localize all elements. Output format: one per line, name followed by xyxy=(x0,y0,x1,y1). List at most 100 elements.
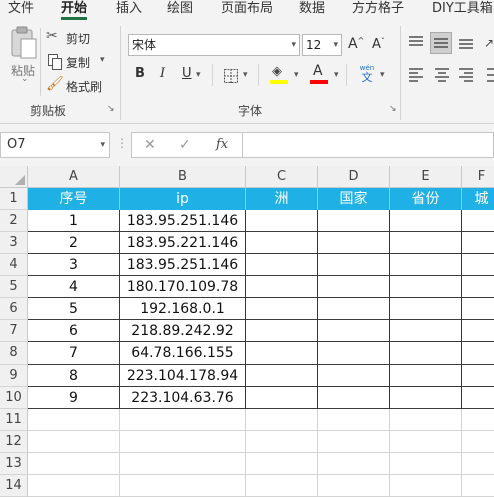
table-cell[interactable]: 223.104.63.76 xyxy=(120,386,246,409)
table-cell[interactable] xyxy=(390,452,462,475)
table-cell[interactable] xyxy=(318,430,390,453)
header-cell[interactable]: 城 xyxy=(462,188,494,211)
table-cell[interactable] xyxy=(28,408,120,431)
table-cell[interactable] xyxy=(318,474,390,497)
table-cell[interactable] xyxy=(120,474,246,497)
align-bottom-button[interactable] xyxy=(458,34,476,52)
formula-input[interactable] xyxy=(243,132,494,158)
borders-dropdown-icon[interactable]: ▾ xyxy=(243,70,248,80)
table-cell[interactable] xyxy=(246,254,318,277)
table-cell[interactable] xyxy=(318,342,390,365)
row-header[interactable]: 1 xyxy=(0,188,28,211)
table-cell[interactable]: 183.95.251.146 xyxy=(120,210,246,233)
header-cell[interactable]: 洲 xyxy=(246,188,318,211)
table-cell[interactable] xyxy=(246,452,318,475)
header-cell[interactable]: ip xyxy=(120,188,246,211)
table-cell[interactable] xyxy=(390,364,462,387)
table-cell[interactable]: 5 xyxy=(28,298,120,321)
table-cell[interactable] xyxy=(462,232,494,255)
table-cell[interactable]: 183.95.251.146 xyxy=(120,254,246,277)
tab-page-layout[interactable]: 页面布局 xyxy=(221,0,273,16)
header-cell[interactable]: 序号 xyxy=(28,188,120,211)
fill-color-dropdown-icon[interactable]: ▾ xyxy=(294,70,299,80)
font-color-button[interactable]: A xyxy=(310,63,330,86)
table-cell[interactable] xyxy=(390,430,462,453)
table-cell[interactable] xyxy=(246,364,318,387)
table-cell[interactable] xyxy=(318,320,390,343)
cancel-icon[interactable]: ✕ xyxy=(144,137,156,153)
more-options-icon[interactable]: ⋮ xyxy=(116,136,128,150)
table-cell[interactable] xyxy=(462,210,494,233)
table-cell[interactable] xyxy=(318,298,390,321)
font-size-select[interactable]: 12 ▾ xyxy=(302,34,342,56)
table-cell[interactable] xyxy=(390,386,462,409)
table-cell[interactable] xyxy=(390,320,462,343)
format-painter-button[interactable]: 🖌 格式刷 xyxy=(46,76,108,96)
table-cell[interactable] xyxy=(246,386,318,409)
paste-dropdown-icon[interactable]: ⌄ xyxy=(21,74,29,84)
table-cell[interactable] xyxy=(318,408,390,431)
table-cell[interactable]: 64.78.166.155 xyxy=(120,342,246,365)
table-cell[interactable] xyxy=(246,408,318,431)
chevron-down-icon[interactable]: ▾ xyxy=(100,133,105,157)
table-cell[interactable]: 8 xyxy=(28,364,120,387)
table-cell[interactable] xyxy=(318,232,390,255)
row-header[interactable]: 3 xyxy=(0,232,28,255)
tab-draw[interactable]: 绘图 xyxy=(167,0,193,16)
table-cell[interactable] xyxy=(462,365,494,387)
table-cell[interactable]: 3 xyxy=(28,254,120,277)
cut-button[interactable]: ✂ 剪切 xyxy=(46,28,96,48)
table-cell[interactable] xyxy=(462,254,494,277)
font-name-select[interactable]: 宋体 ▾ xyxy=(128,34,300,56)
table-cell[interactable] xyxy=(462,342,494,365)
column-header[interactable]: A xyxy=(28,166,120,188)
tab-insert[interactable]: 插入 xyxy=(116,0,142,16)
table-cell[interactable] xyxy=(462,453,494,475)
copy-dropdown-icon[interactable]: ▾ xyxy=(100,55,105,65)
table-cell[interactable] xyxy=(462,475,494,497)
table-cell[interactable] xyxy=(246,342,318,365)
header-cell[interactable]: 省份 xyxy=(390,188,462,211)
row-header[interactable]: 11 xyxy=(0,408,28,431)
table-cell[interactable]: 4 xyxy=(28,276,120,299)
copy-button[interactable]: 复制 ▾ xyxy=(46,52,108,72)
table-cell[interactable]: 9 xyxy=(28,386,120,409)
table-cell[interactable] xyxy=(246,320,318,343)
grow-font-button[interactable]: A^ xyxy=(348,36,364,52)
table-cell[interactable] xyxy=(462,320,494,343)
row-header[interactable]: 2 xyxy=(0,210,28,233)
table-cell[interactable] xyxy=(318,386,390,409)
column-header[interactable]: C xyxy=(246,166,318,188)
row-header[interactable]: 4 xyxy=(0,254,28,277)
table-cell[interactable] xyxy=(246,276,318,299)
row-header[interactable]: 6 xyxy=(0,298,28,321)
table-cell[interactable] xyxy=(318,452,390,475)
table-cell[interactable] xyxy=(28,452,120,475)
align-right-button[interactable] xyxy=(458,66,474,86)
underline-dropdown-icon[interactable]: ▾ xyxy=(196,70,201,80)
table-cell[interactable] xyxy=(246,232,318,255)
column-header[interactable]: B xyxy=(120,166,246,188)
table-cell[interactable] xyxy=(120,452,246,475)
fill-color-button[interactable]: ◈ xyxy=(270,64,290,86)
row-header[interactable]: 8 xyxy=(0,342,28,365)
header-cell[interactable]: 国家 xyxy=(318,188,390,211)
table-cell[interactable] xyxy=(28,474,120,497)
table-cell[interactable] xyxy=(246,298,318,321)
table-cell[interactable] xyxy=(390,298,462,321)
table-cell[interactable] xyxy=(318,364,390,387)
table-cell[interactable]: 6 xyxy=(28,320,120,343)
table-cell[interactable] xyxy=(246,430,318,453)
align-middle-button[interactable] xyxy=(430,32,452,54)
align-center-button[interactable] xyxy=(434,66,450,86)
table-cell[interactable]: 218.89.242.92 xyxy=(120,320,246,343)
orientation-icon[interactable]: ↗ xyxy=(484,36,494,50)
table-cell[interactable] xyxy=(462,431,494,453)
tab-home[interactable]: 开始 xyxy=(61,0,87,16)
underline-button[interactable]: U xyxy=(182,66,192,81)
borders-button[interactable] xyxy=(224,68,238,87)
row-header[interactable]: 5 xyxy=(0,276,28,299)
table-cell[interactable] xyxy=(318,210,390,233)
column-header[interactable]: E xyxy=(390,166,462,188)
table-cell[interactable] xyxy=(246,474,318,497)
